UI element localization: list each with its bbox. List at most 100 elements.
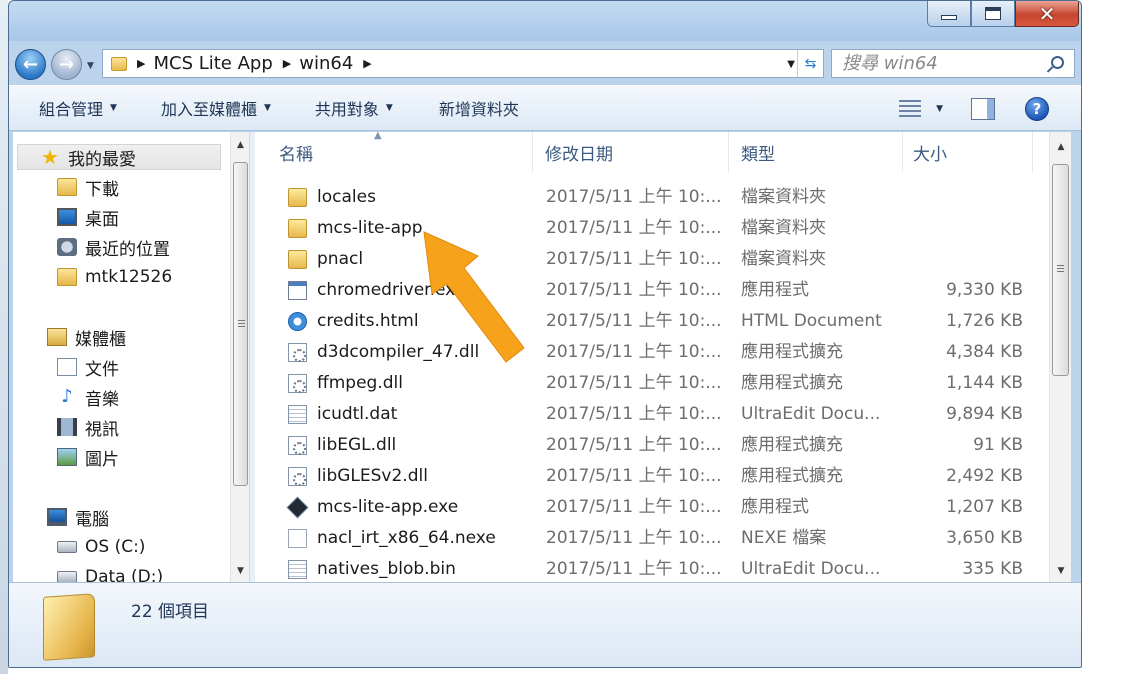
column-header-date[interactable]: 修改日期: [533, 132, 729, 172]
column-header-name[interactable]: 名稱 ▲: [255, 132, 533, 172]
file-list-scrollbar[interactable]: ▲ ▼: [1049, 132, 1071, 582]
file-size: 335 KB: [962, 559, 1023, 579]
search-icon[interactable]: [1051, 56, 1064, 69]
nav-label: 媒體櫃: [75, 329, 126, 350]
file-row[interactable]: ffmpeg.dll 2017/5/11 上午 10:... 應用程式擴充 1,144…: [255, 368, 1035, 399]
breadcrumb-mcs-lite-app[interactable]: MCS Lite App: [153, 53, 272, 74]
caret-down-icon: ▼: [385, 103, 393, 113]
nav-label: 我的最愛: [68, 149, 136, 170]
nav-drive-c[interactable]: OS (C:): [57, 534, 145, 560]
file-size: 91 KB: [973, 435, 1023, 455]
refresh-icon: ⇆: [804, 55, 817, 72]
minimize-button[interactable]: [927, 1, 971, 27]
address-bar[interactable]: ▶ MCS Lite App ▶ win64 ▶ ▼ ⇆: [102, 49, 824, 78]
scroll-up-arrow[interactable]: ▲: [231, 136, 250, 154]
nav-favorites[interactable]: ★ 我的最愛: [17, 144, 221, 170]
nav-label: mtk12526: [85, 267, 173, 287]
file-row[interactable]: pnacl 2017/5/11 上午 10:... 檔案資料夾: [255, 244, 1035, 275]
file-name: icudtl.dat: [317, 404, 398, 424]
file-row[interactable]: libGLESv2.dll 2017/5/11 上午 10:... 應用程式擴充 2,…: [255, 461, 1035, 492]
nav-documents[interactable]: 文件: [57, 354, 119, 380]
maximize-button[interactable]: [971, 1, 1015, 27]
file-type: 應用程式擴充: [741, 373, 843, 393]
organize-menu[interactable]: 組合管理 ▼: [39, 96, 117, 120]
view-options-dropdown[interactable]: ▼: [936, 104, 943, 114]
nav-label: 文件: [85, 359, 119, 380]
nav-drive-d[interactable]: Data (D:): [57, 564, 163, 582]
nav-recent-places[interactable]: 最近的位置: [57, 234, 170, 260]
file-date: 2017/5/11 上午 10:...: [546, 342, 722, 362]
file-row[interactable]: credits.html 2017/5/11 上午 10:... HTML Docu…: [255, 306, 1035, 337]
navigation-pane: ★ 我的最愛 下載 桌面 最近的位置 mtk12526 媒體櫃 文件 ♪ 音樂 視訊…: [13, 132, 249, 582]
file-name: libGLESv2.dll: [317, 466, 428, 486]
file-row[interactable]: d3dcompiler_47.dll 2017/5/11 上午 10:... 應用程…: [255, 337, 1035, 368]
chevron-right-icon[interactable]: ▶: [137, 57, 145, 70]
close-button[interactable]: ✕: [1015, 1, 1079, 27]
nav-music[interactable]: ♪ 音樂: [57, 384, 119, 410]
file-date: 2017/5/11 上午 10:...: [546, 466, 722, 486]
nav-user-folder[interactable]: mtk12526: [57, 264, 172, 290]
column-label: 類型: [741, 144, 775, 165]
app-icon: [286, 496, 309, 519]
scrollbar-thumb[interactable]: [1052, 164, 1069, 376]
dat-icon: [288, 405, 307, 424]
recent-pages-dropdown[interactable]: ▼: [87, 61, 94, 71]
nav-computer[interactable]: 電腦: [47, 504, 109, 530]
file-date: 2017/5/11 上午 10:...: [546, 497, 722, 517]
file-row[interactable]: icudtl.dat 2017/5/11 上午 10:... UltraEdit D…: [255, 399, 1035, 430]
preview-pane-icon[interactable]: [971, 98, 995, 120]
file-row[interactable]: locales 2017/5/11 上午 10:... 檔案資料夾: [255, 182, 1035, 213]
html-icon: [288, 312, 307, 331]
file-list: 名稱 ▲ 修改日期 類型 大小 locales 2017/5/11 上午 10:..…: [255, 132, 1049, 582]
file-name: mcs-lite-app.exe: [317, 497, 459, 517]
nav-label: 下載: [85, 179, 119, 200]
file-date: 2017/5/11 上午 10:...: [546, 435, 722, 455]
search-box[interactable]: [831, 49, 1075, 78]
column-header-type[interactable]: 類型: [729, 132, 903, 172]
help-icon[interactable]: ?: [1025, 97, 1049, 121]
nav-downloads[interactable]: 下載: [57, 174, 119, 200]
share-with-menu[interactable]: 共用對象 ▼: [315, 96, 393, 120]
folder-icon: [288, 219, 307, 238]
nav-libraries[interactable]: 媒體櫃: [47, 324, 126, 350]
scrollbar-thumb[interactable]: [233, 162, 248, 486]
add-to-library-label: 加入至媒體櫃: [160, 100, 257, 119]
file-row[interactable]: libEGL.dll 2017/5/11 上午 10:... 應用程式擴充 91 KB: [255, 430, 1035, 461]
grip-icon: [238, 320, 245, 327]
file-type: HTML Document: [741, 311, 882, 331]
scroll-down-arrow[interactable]: ▼: [1050, 562, 1072, 580]
caret-down-icon: ▼: [263, 103, 271, 113]
address-dropdown[interactable]: ▼: [787, 59, 795, 70]
navigation-scrollbar[interactable]: ▲ ▼: [230, 132, 249, 582]
scroll-up-arrow[interactable]: ▲: [1050, 138, 1072, 156]
file-type: 檔案資料夾: [741, 249, 826, 269]
file-row[interactable]: mcs-lite-app.exe 2017/5/11 上午 10:... 應用程式 1…: [255, 492, 1035, 523]
arrow-left-icon: ←: [22, 53, 39, 75]
column-header-size[interactable]: 大小: [903, 132, 1033, 172]
chevron-right-icon[interactable]: ▶: [283, 57, 291, 70]
item-count: 22 個項目: [131, 602, 210, 622]
view-options-icon[interactable]: [899, 100, 921, 118]
forward-button[interactable]: →: [51, 49, 82, 80]
title-bar[interactable]: ✕: [9, 1, 1081, 41]
file-row[interactable]: mcs-lite-app 2017/5/11 上午 10:... 檔案資料夾: [255, 213, 1035, 244]
dll-icon: [288, 374, 307, 393]
nav-desktop[interactable]: 桌面: [57, 204, 119, 230]
breadcrumb-win64[interactable]: win64: [299, 53, 353, 74]
file-type: 應用程式: [741, 497, 809, 517]
add-to-library-menu[interactable]: 加入至媒體櫃 ▼: [161, 96, 271, 120]
file-type: NEXE 檔案: [741, 528, 827, 548]
new-folder-button[interactable]: 新增資料夾: [439, 96, 519, 120]
star-icon: ★: [41, 145, 59, 169]
file-row[interactable]: chromedriver.exe 2017/5/11 上午 10:... 應用程式 9…: [255, 275, 1035, 306]
chevron-right-icon[interactable]: ▶: [363, 57, 371, 70]
file-row[interactable]: nacl_irt_x86_64.nexe 2017/5/11 上午 10:... N…: [255, 523, 1035, 554]
back-button[interactable]: ←: [15, 49, 46, 80]
search-input[interactable]: [842, 53, 1042, 74]
scroll-down-arrow[interactable]: ▼: [231, 562, 250, 580]
file-type: 應用程式: [741, 280, 809, 300]
nav-pictures[interactable]: 圖片: [57, 444, 119, 470]
refresh-button[interactable]: ⇆: [797, 50, 823, 77]
nav-videos[interactable]: 視訊: [57, 414, 119, 440]
file-row[interactable]: natives_blob.bin 2017/5/11 上午 10:... Ultra…: [255, 554, 1035, 582]
